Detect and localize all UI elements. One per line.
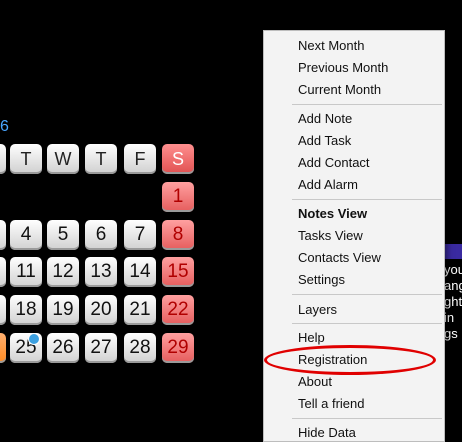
menu-item-next-month[interactable]: Next Month (298, 38, 364, 53)
day-cell-7[interactable]: 7 (124, 220, 156, 250)
registration-highlight-ellipse (264, 345, 436, 375)
menu-item-previous-month[interactable]: Previous Month (298, 60, 388, 75)
day-cell-21[interactable]: 21 (124, 295, 156, 325)
day-cell-partial[interactable] (0, 257, 6, 287)
day-cell-partial-today[interactable] (0, 333, 6, 363)
menu-item-tasks-view[interactable]: Tasks View (298, 228, 363, 243)
menu-item-add-contact[interactable]: Add Contact (298, 155, 370, 170)
menu-item-add-alarm[interactable]: Add Alarm (298, 177, 358, 192)
side-text-line: in (444, 310, 455, 325)
day-cell-14[interactable]: 14 (124, 257, 156, 287)
menu-item-contacts-view[interactable]: Contacts View (298, 250, 381, 265)
day-cell-11[interactable]: 11 (10, 257, 42, 287)
day-cell-1[interactable]: 1 (162, 182, 194, 212)
day-cell-28[interactable]: 28 (124, 333, 156, 363)
side-text-line: ang (444, 278, 462, 293)
day-header-thu: T (85, 144, 117, 174)
menu-item-tell-a-friend[interactable]: Tell a friend (298, 396, 364, 411)
day-header-tue: T (10, 144, 42, 174)
day-cell-15[interactable]: 15 (162, 257, 194, 287)
context-menu: Next Month Previous Month Current Month … (263, 30, 445, 442)
day-cell-26[interactable]: 26 (47, 333, 79, 363)
day-cell-12[interactable]: 12 (47, 257, 79, 287)
menu-item-current-month[interactable]: Current Month (298, 82, 381, 97)
day-cell-4[interactable]: 4 (10, 220, 42, 250)
day-cell-19[interactable]: 19 (47, 295, 79, 325)
day-cell-18[interactable]: 18 (10, 295, 42, 325)
menu-separator (292, 418, 442, 419)
day-cell-5[interactable]: 5 (47, 220, 79, 250)
menu-item-help[interactable]: Help (298, 330, 325, 345)
day-header-fri: F (124, 144, 156, 174)
menu-item-about[interactable]: About (298, 374, 332, 389)
side-text-line: you (444, 262, 462, 277)
day-cell-partial[interactable] (0, 220, 6, 250)
day-header-wed: W (47, 144, 79, 174)
day-cell-13[interactable]: 13 (85, 257, 117, 287)
day-cell-29[interactable]: 29 (162, 333, 194, 363)
day-header-sat: S (162, 144, 194, 174)
day-header-partial (0, 144, 6, 174)
day-cell-partial[interactable] (0, 295, 6, 325)
menu-separator (292, 323, 442, 324)
side-text-line: ght (444, 294, 462, 309)
day-cell-20[interactable]: 20 (85, 295, 117, 325)
day-cell-8[interactable]: 8 (162, 220, 194, 250)
note-icon (28, 333, 40, 345)
menu-item-settings[interactable]: Settings (298, 272, 345, 287)
day-cell-22[interactable]: 22 (162, 295, 194, 325)
day-cell-6[interactable]: 6 (85, 220, 117, 250)
menu-item-add-note[interactable]: Add Note (298, 111, 352, 126)
day-cell-27[interactable]: 27 (85, 333, 117, 363)
menu-item-layers[interactable]: Layers (298, 302, 337, 317)
side-text-line: gs (444, 326, 458, 341)
menu-separator (292, 199, 442, 200)
menu-item-notes-view[interactable]: Notes View (298, 206, 367, 221)
calendar-month-fragment: 6 (0, 118, 9, 135)
menu-separator (292, 294, 442, 295)
menu-item-add-task[interactable]: Add Task (298, 133, 351, 148)
menu-separator (292, 104, 442, 105)
